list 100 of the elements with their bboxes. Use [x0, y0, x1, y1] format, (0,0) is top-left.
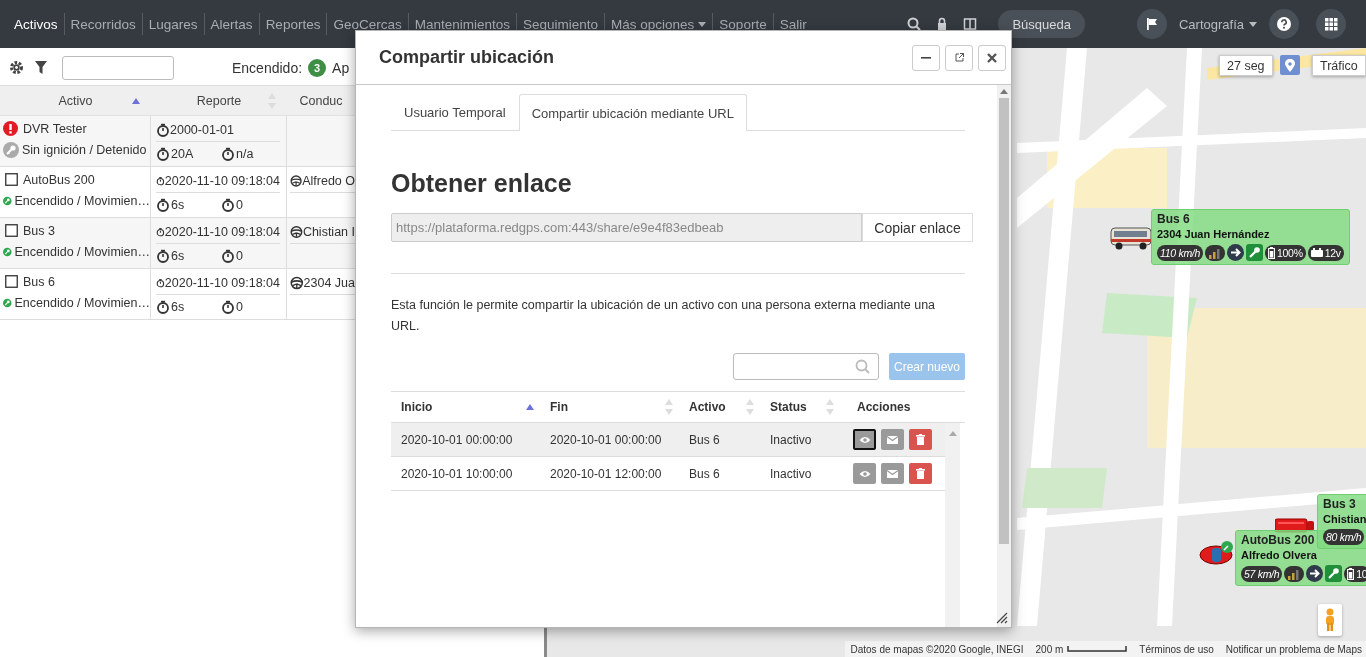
map-type-dropdown[interactable]: Cartografía [1178, 16, 1257, 32]
traffic-button[interactable]: Tráfico [1312, 55, 1366, 76]
minimize-icon [921, 56, 931, 59]
vehicle-name: Bus 3 [1323, 497, 1356, 512]
signal-icon [1208, 246, 1222, 259]
column-header[interactable]: Reporte [151, 86, 287, 115]
tab[interactable]: Usuario Temporal [391, 94, 519, 130]
voltage-reading: 12v [1307, 244, 1344, 261]
copy-link-button[interactable]: Copiar enlace [862, 213, 973, 242]
signal-icon [1287, 567, 1302, 580]
report-problem-link[interactable]: Notificar un problema de Maps [1225, 643, 1362, 655]
scrollbar[interactable] [997, 85, 1011, 627]
pop-out-button[interactable] [945, 44, 973, 71]
count-badge: 3 [308, 58, 327, 77]
table-cell-text: 2020-10-01 12:00:00 [549, 466, 663, 481]
report-time: 2020-11-10 09:18:04 [164, 275, 280, 290]
caret-icon [1249, 21, 1257, 27]
scrollbar-thumb[interactable] [999, 98, 1009, 544]
speed-reading: 57 km/h [1241, 565, 1283, 582]
scroll-up-icon [949, 431, 957, 436]
refresh-timer[interactable]: 27 seg [1219, 55, 1273, 76]
column-header[interactable]: Activo [0, 86, 151, 115]
column-header[interactable]: Status [760, 392, 840, 422]
clock-icon [221, 299, 235, 314]
table-row[interactable]: 2020-10-01 10:00:00 2020-10-01 12:00:00 Bus 6 Inactivo [391, 457, 945, 491]
email-button[interactable] [881, 463, 904, 484]
asset-name: DVR Tester [23, 121, 87, 136]
checkbox-icon[interactable] [5, 275, 18, 288]
apps-button[interactable] [1316, 9, 1346, 39]
report-value: 0 [236, 197, 243, 212]
grid-icon [1324, 17, 1338, 31]
clock-icon [156, 122, 170, 137]
car-icon [1199, 540, 1235, 566]
scale-bar-icon [1067, 646, 1128, 652]
delete-button[interactable] [909, 429, 932, 450]
view-button[interactable] [853, 429, 876, 450]
trash-icon [916, 434, 925, 445]
column-header[interactable]: Inicio [391, 392, 540, 422]
nav-link[interactable]: Lugares [141, 13, 204, 35]
eye-icon [858, 435, 871, 444]
asset-search-field[interactable] [62, 55, 174, 80]
sort-ascending-icon[interactable] [131, 96, 141, 105]
minimize-button[interactable] [912, 44, 940, 71]
bus-icon [1110, 225, 1152, 251]
column-header[interactable]: Activo [679, 392, 760, 422]
table-cell-text: 2020-10-01 00:00:00 [549, 432, 663, 447]
nav-link[interactable]: Reportes [258, 13, 327, 35]
sort-ascending-icon[interactable] [525, 403, 535, 411]
vehicle-name: AutoBus 200 [1241, 533, 1315, 548]
asset-status: Encendido / Movimien… [14, 193, 150, 208]
terms-link[interactable]: Términos de uso [1139, 643, 1214, 655]
asset-name: Bus 6 [23, 274, 55, 289]
steering-wheel-icon [290, 223, 303, 240]
table-row[interactable]: 2020-10-01 00:00:00 2020-10-01 00:00:00 Bus 6 Inactivo [391, 423, 945, 457]
close-button[interactable] [978, 44, 1006, 71]
columns-icon[interactable] [963, 17, 978, 31]
scrollbar[interactable] [945, 423, 960, 627]
search-field[interactable] [733, 353, 879, 380]
checkbox-icon[interactable] [5, 224, 18, 237]
trash-icon [916, 468, 925, 479]
steering-wheel-icon [290, 172, 303, 189]
report-value: 0 [236, 299, 243, 314]
vehicle-label[interactable]: Bus 3 Chistian 80 km/h [1317, 494, 1366, 549]
search-button[interactable]: Búsqueda [998, 10, 1085, 38]
map-data-credit: Datos de mapas ©2020 Google, INEGI [850, 643, 1024, 655]
table-cell-text: Bus 6 [688, 432, 721, 447]
location-button[interactable] [1280, 55, 1300, 75]
column-header: Acciones [856, 399, 912, 416]
resize-grip-icon[interactable] [996, 612, 1008, 624]
battery-icon [1268, 246, 1275, 259]
settings-icon[interactable] [9, 60, 24, 75]
filter-icon[interactable] [35, 61, 47, 74]
tab[interactable]: Compartir ubicación mediante URL [518, 94, 747, 131]
caret-icon [698, 21, 707, 27]
help-button[interactable] [1269, 9, 1299, 39]
clock-icon [156, 146, 170, 161]
nav-link[interactable]: Activos [8, 13, 64, 35]
report-time: 2020-11-10 09:18:04 [164, 224, 280, 239]
column-header[interactable]: Fin [540, 392, 679, 422]
envelope-icon [887, 435, 898, 444]
search-icon[interactable] [907, 17, 922, 31]
flag-button[interactable] [1136, 9, 1167, 39]
street-view-button[interactable] [1318, 604, 1342, 636]
battery-icon [1347, 567, 1355, 580]
map-pin-icon [1285, 58, 1295, 72]
section-heading: Obtener enlace [391, 169, 573, 198]
checkbox-icon[interactable] [5, 173, 18, 186]
email-button[interactable] [881, 429, 904, 450]
table-cell-text: Inactivo [769, 466, 813, 481]
vehicle-label[interactable]: Bus 6 2304 Juan Hernández 110 km/h 100% 12v [1151, 209, 1350, 265]
driver-name: Chistian I [302, 224, 355, 239]
steering-wheel-icon [290, 274, 304, 291]
clock-icon [156, 248, 170, 263]
column-header[interactable]: Conduc [287, 86, 355, 115]
driver-name: 2304 Juan Hernández [1157, 227, 1270, 242]
nav-link[interactable]: Alertas [203, 13, 259, 35]
report-value: 0 [236, 248, 243, 263]
clock-icon [156, 299, 170, 314]
delete-button[interactable] [909, 463, 932, 484]
nav-link[interactable]: Recorridos [63, 13, 142, 35]
